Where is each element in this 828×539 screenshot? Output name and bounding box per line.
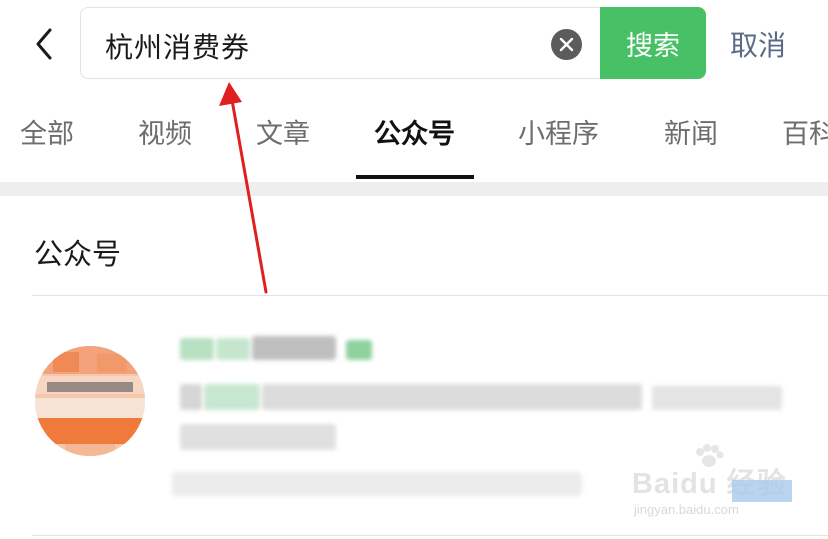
divider — [32, 535, 828, 536]
search-input[interactable]: 杭州消费券 — [105, 26, 250, 66]
tab-mini-programs[interactable]: 小程序 — [518, 112, 599, 151]
tab-articles[interactable]: 文章 — [256, 112, 310, 151]
clear-icon[interactable] — [551, 29, 582, 60]
tab-bar: 全部 视频 文章 公众号 小程序 新闻 百科 — [0, 112, 828, 182]
search-button[interactable]: 搜索 — [600, 7, 706, 79]
watermark-url: jingyan.baidu.com — [634, 502, 739, 517]
watermark: Baidu 经验 jingyan.baidu.com — [632, 444, 828, 526]
back-icon[interactable] — [26, 24, 66, 64]
watermark-highlight — [732, 480, 792, 502]
tab-news[interactable]: 新闻 — [664, 112, 718, 151]
cancel-button[interactable]: 取消 — [730, 24, 786, 64]
avatar[interactable] — [35, 346, 145, 456]
tab-official-accounts[interactable]: 公众号 — [374, 112, 455, 151]
tab-video[interactable]: 视频 — [138, 112, 192, 151]
divider — [32, 295, 828, 296]
tab-all[interactable]: 全部 — [20, 112, 74, 151]
section-title: 公众号 — [34, 237, 122, 271]
tab-encyclopedia[interactable]: 百科 — [782, 112, 828, 151]
section-divider — [0, 182, 828, 196]
active-tab-indicator — [356, 175, 474, 179]
